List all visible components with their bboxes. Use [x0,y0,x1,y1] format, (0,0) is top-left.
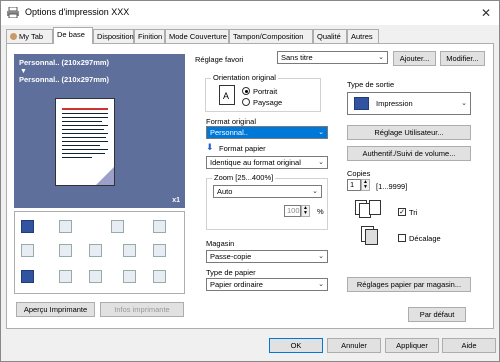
help-button[interactable]: Aide [442,338,496,353]
chevron-down-icon: ⌄ [318,159,324,166]
orientation-label: Orientation original [211,73,278,82]
auth-volume-button[interactable]: Authentif./Suivi de volume... [347,146,471,161]
close-icon[interactable]: ✕ [477,4,495,22]
collate-icon [355,200,383,220]
format-papier-value: Identique au format original [210,158,301,167]
output-type-label: Type de sortie [347,80,395,89]
magasin-label: Magasin [206,239,235,248]
ok-button[interactable]: OK [269,338,323,353]
overlay-icon [153,244,166,257]
combine-icon [153,220,166,233]
chevron-down-icon: ⌄ [318,281,324,288]
output-type-value: Impression [376,99,413,108]
person-icon [10,33,17,40]
booklet-icon [111,220,124,233]
modify-favorite-button[interactable]: Modifier... [440,51,485,66]
landscape-radio[interactable] [242,98,250,106]
preview-original-size: Personnal.. (210x297mm) [19,58,110,67]
copies-range: [1...9999] [376,182,408,191]
tab-mode-couverture[interactable]: Mode Couverture [165,29,229,44]
printer-icon [7,7,19,18]
default-button[interactable]: Par défaut [408,307,466,322]
page-preview: Personnal.. (210x297mm) ▼ Personnal.. (2… [14,54,185,208]
format-original-label: Format original [206,117,257,126]
tab-autres[interactable]: Autres [347,29,379,44]
print-options-window: Options d'impression XXX ✕ My Tab De bas… [0,0,500,362]
paper-tray-settings-button[interactable]: Réglages papier par magasin... [347,277,471,292]
portrait-page-icon: A [219,85,235,105]
add-favorite-button[interactable]: Ajouter... [393,51,436,66]
cover-icon [123,270,136,283]
preview-copy-count: x1 [172,197,180,204]
zoom-label: Zoom [25...400%] [212,173,276,182]
sort-checkbox[interactable]: ✓ [398,208,406,216]
sort-label: Tri [409,208,418,217]
favorite-select[interactable]: Sans titre ⌄ [277,51,388,64]
chevron-down-icon: ⌄ [461,100,467,107]
chevron-down-icon: ⌄ [378,54,384,61]
print-output-icon [354,97,369,110]
copies-label: Copies [347,169,371,178]
output-type-select[interactable]: Impression ⌄ [347,92,471,115]
tab-finition[interactable]: Finition [134,29,165,44]
tab-my-tab[interactable]: My Tab [6,29,53,44]
percent-unit: % [317,207,324,216]
user-auth-icon [59,270,72,283]
format-original-value: Personnal.. [210,128,248,137]
copies-input[interactable]: 1 [347,179,361,191]
favorite-label: Réglage favori [195,55,244,64]
offset-icon [361,226,385,246]
offset-checkbox[interactable] [398,234,406,242]
arrow-down-blue-icon: ⬇ [206,142,214,152]
chevron-down-icon: ⌄ [318,253,324,260]
title-bar: Options d'impression XXX ✕ [1,1,499,25]
tab-tampon-composition[interactable]: Tampon/Composition [229,29,313,44]
color-icon [21,270,34,283]
stamp-icon [153,270,166,283]
font-icon [89,244,102,257]
portrait-label: Portrait [253,87,278,96]
apply-button[interactable]: Appliquer [385,338,439,353]
print-preview-button[interactable]: Aperçu Imprimante [16,302,95,317]
watermark-icon [123,244,136,257]
function-icons-panel [14,211,185,294]
window-title: Options d'impression XXX [25,7,130,17]
print-output-icon [21,220,34,233]
zoom-value: Auto [217,187,233,196]
offset-label: Décalage [409,234,441,243]
tab-disposition[interactable]: Disposition [93,29,134,44]
zoom-select[interactable]: Auto ⌄ [213,185,322,198]
tab-qualite[interactable]: Qualité [313,29,347,44]
magasin-value: Passe-copie [210,252,252,261]
printer-info-button[interactable]: Infos imprimante [100,302,184,317]
type-papier-select[interactable]: Papier ordinaire ⌄ [206,278,328,291]
paper-tray-icon [89,270,102,283]
favorite-value: Sans titre [281,53,313,62]
landscape-label: Paysage [253,98,283,107]
duplex-icon [59,220,72,233]
type-papier-value: Papier ordinaire [210,280,263,289]
punch-icon [59,244,72,257]
zoom-percent-input[interactable]: 100 [284,205,301,217]
magasin-select[interactable]: Passe-copie ⌄ [206,250,328,263]
cancel-button[interactable]: Annuler [327,338,381,353]
format-papier-select[interactable]: Identique au format original ⌄ [206,156,328,169]
portrait-radio[interactable] [242,87,250,95]
chevron-down-icon: ⌄ [318,129,324,136]
user-setting-button[interactable]: Réglage Utilisateur... [347,125,471,140]
staple-icon [21,244,34,257]
arrow-down-icon: ▼ [20,68,27,75]
tab-label: My Tab [19,32,44,41]
type-papier-label: Type de papier [206,268,256,277]
zoom-spinner[interactable]: ▲ ▼ [301,205,310,217]
preview-paper-size: Personnal.. (210x297mm) [19,75,110,84]
chevron-down-icon: ⌄ [312,188,318,195]
format-original-select[interactable]: Personnal.. ⌄ [206,126,328,139]
tab-de-base[interactable]: De base [53,27,93,44]
copies-spinner[interactable]: ▲ ▼ [361,179,370,191]
format-papier-label: Format papier [219,144,266,153]
paper-preview-image [55,98,115,186]
